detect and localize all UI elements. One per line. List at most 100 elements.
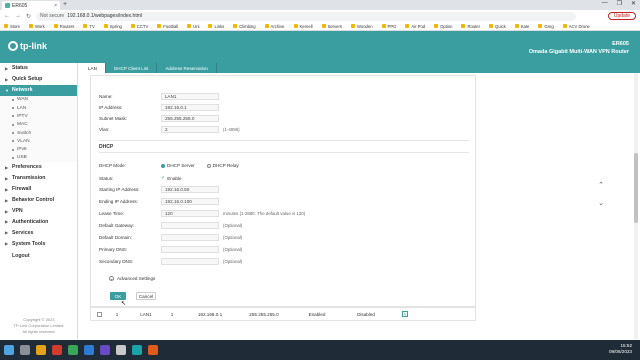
folder-icon: [405, 24, 410, 28]
tab-close-icon[interactable]: ×: [54, 3, 57, 9]
not-secure-warning[interactable]: Not secure: [40, 13, 64, 19]
sidebar-sub-wan[interactable]: WAN: [0, 96, 77, 104]
bookmark-item[interactable]: Quick: [489, 24, 506, 29]
scroll-up-icon[interactable]: ⌃: [598, 181, 604, 189]
app-icon[interactable]: [84, 345, 94, 355]
chevron-right-icon: ▶: [5, 65, 9, 71]
sidebar-item-network[interactable]: ▼ Network: [0, 84, 77, 96]
back-icon[interactable]: ←: [4, 13, 10, 19]
tab-address-reservation[interactable]: Address Reservation: [157, 63, 217, 73]
bookmark-label: Climbing: [239, 23, 256, 29]
dhcp-server-radio[interactable]: DHCP Server: [161, 163, 195, 168]
bookmark-item[interactable]: Routers: [53, 24, 74, 29]
name-input[interactable]: LAN1: [161, 93, 219, 100]
logout-link[interactable]: Logout: [0, 253, 77, 259]
dhcp-relay-radio[interactable]: DHCP Relay: [206, 163, 239, 168]
ok-button[interactable]: OK: [110, 292, 126, 300]
default-domain-input[interactable]: [161, 234, 219, 241]
edit-icon[interactable]: ✎: [402, 311, 408, 317]
primary-dns-input[interactable]: [161, 246, 219, 253]
sidebar-item-behavior-control[interactable]: ▶ Behavior Control: [0, 195, 77, 206]
bookmark-item[interactable]: TV: [83, 24, 95, 29]
default-gateway-input[interactable]: [161, 222, 219, 229]
tab-dhcp-client-list[interactable]: DHCP Client List: [106, 63, 158, 73]
bookmark-item[interactable]: Servers: [321, 24, 342, 29]
chrome-icon[interactable]: [68, 345, 78, 355]
bookmark-item[interactable]: Kate: [514, 24, 529, 29]
vlan-row: Vlan: 2 (1-4086): [99, 126, 240, 133]
bookmark-item[interactable]: PPG: [381, 24, 396, 29]
sidebar-item-services[interactable]: ▶ Services: [0, 227, 77, 238]
bookmark-item[interactable]: Air Pod: [405, 24, 425, 29]
new-tab-button[interactable]: +: [63, 1, 67, 8]
secondary-dns-input[interactable]: [161, 258, 219, 265]
sidebar-item-vpn[interactable]: ▶ VPN: [0, 206, 77, 217]
sidebar-item-quick-setup[interactable]: ▶ Quick Setup: [0, 74, 77, 85]
minimize-icon[interactable]: —: [602, 0, 608, 7]
bookmark-item[interactable]: CCTV: [130, 24, 148, 29]
app-icon[interactable]: [148, 345, 158, 355]
subnet-mask-input[interactable]: 255.255.255.0: [161, 115, 219, 122]
sidebar-item-firewall[interactable]: ▶ Firewall: [0, 184, 77, 195]
app-icon[interactable]: [100, 345, 110, 355]
reload-icon[interactable]: ↻: [26, 13, 31, 20]
scrollbar-thumb[interactable]: [634, 153, 638, 223]
bookmark-label: Links: [214, 23, 225, 29]
sidebar: ▶ Status ▶ Quick Setup ▼ Network WAN LAN…: [0, 63, 78, 339]
bookmark-item[interactable]: Football: [157, 24, 178, 29]
sidebar-sub-switch[interactable]: Switch: [0, 129, 77, 137]
bullet-icon: [12, 148, 14, 151]
sidebar-item-status[interactable]: ▶ Status: [0, 63, 77, 74]
sidebar-item-preferences[interactable]: ▶ Preferences: [0, 162, 77, 173]
app-icon[interactable]: [132, 345, 142, 355]
close-window-icon[interactable]: ✕: [631, 0, 636, 7]
system-clock[interactable]: 15:52 09/06/2023: [609, 343, 632, 355]
forward-icon[interactable]: →: [15, 13, 21, 19]
app-icon[interactable]: [52, 345, 62, 355]
starting-ip-input[interactable]: 192.16.0.50: [161, 186, 219, 193]
scroll-down-icon[interactable]: ⌄: [598, 199, 604, 207]
page-scrollbar[interactable]: [634, 73, 638, 339]
bookmark-item[interactable]: Router: [461, 24, 480, 29]
sidebar-sub-usb[interactable]: USB: [0, 154, 77, 162]
bookmark-item[interactable]: Uni: [187, 24, 199, 29]
address-bar[interactable]: Not secure 192.168.0.1/webpages/index.ht…: [36, 11, 577, 21]
bookmark-item[interactable]: Kernell: [293, 24, 313, 29]
advanced-settings-toggle[interactable]: ⌄ Advanced Settings: [109, 276, 155, 281]
bookmark-item[interactable]: Work: [29, 24, 45, 29]
ending-ip-input[interactable]: 192.16.0.100: [161, 198, 219, 205]
sidebar-item-authentication[interactable]: ▶ Authentication: [0, 217, 77, 228]
sidebar-sub-mac[interactable]: MAC: [0, 121, 77, 129]
enable-checkbox[interactable]: ✓ Enable: [161, 175, 182, 181]
subtab-bar: LAN DHCP Client List Address Reservation: [80, 63, 640, 73]
bookmark-item[interactable]: ACV Drone: [562, 24, 590, 29]
bookmark-item[interactable]: Links: [208, 24, 224, 29]
start-menu-icon[interactable]: [4, 345, 14, 355]
sidebar-sub-iptv[interactable]: IPTV: [0, 112, 77, 120]
sidebar-sub-vlan[interactable]: VLAN: [0, 137, 77, 145]
app-icon[interactable]: [116, 345, 126, 355]
cancel-button[interactable]: Cancel: [136, 292, 156, 300]
ip-address-input[interactable]: 192.16.0.1: [161, 104, 219, 111]
file-explorer-icon[interactable]: [36, 345, 46, 355]
browser-tab[interactable]: ER605 ×: [2, 1, 60, 10]
bookmark-item[interactable]: Option: [434, 24, 452, 29]
lease-time-input[interactable]: 120: [161, 210, 219, 217]
tab-lan[interactable]: LAN: [80, 63, 106, 73]
sidebar-sub-ipv6[interactable]: IPv6: [0, 145, 77, 153]
search-icon[interactable]: [20, 345, 30, 355]
update-button[interactable]: Update: [607, 12, 636, 20]
sidebar-item-system-tools[interactable]: ▶ System Tools: [0, 238, 77, 249]
bookmark-item[interactable]: Climbing: [233, 23, 256, 29]
bookmark-item[interactable]: Greg: [538, 24, 554, 29]
maximize-icon[interactable]: ❐: [617, 0, 622, 7]
sidebar-sub-lan[interactable]: LAN: [0, 104, 77, 112]
bookmark-item[interactable]: Store: [4, 24, 20, 29]
divider: [99, 152, 469, 153]
bookmark-item[interactable]: Archive: [264, 24, 285, 29]
vlan-input[interactable]: 2: [161, 126, 219, 133]
tplink-logo: tp-link: [8, 41, 47, 51]
sidebar-item-transmission[interactable]: ▶ Transmission: [0, 173, 77, 184]
bookmark-item[interactable]: Spring: [103, 24, 122, 29]
bookmark-item[interactable]: Wooden: [351, 24, 373, 29]
